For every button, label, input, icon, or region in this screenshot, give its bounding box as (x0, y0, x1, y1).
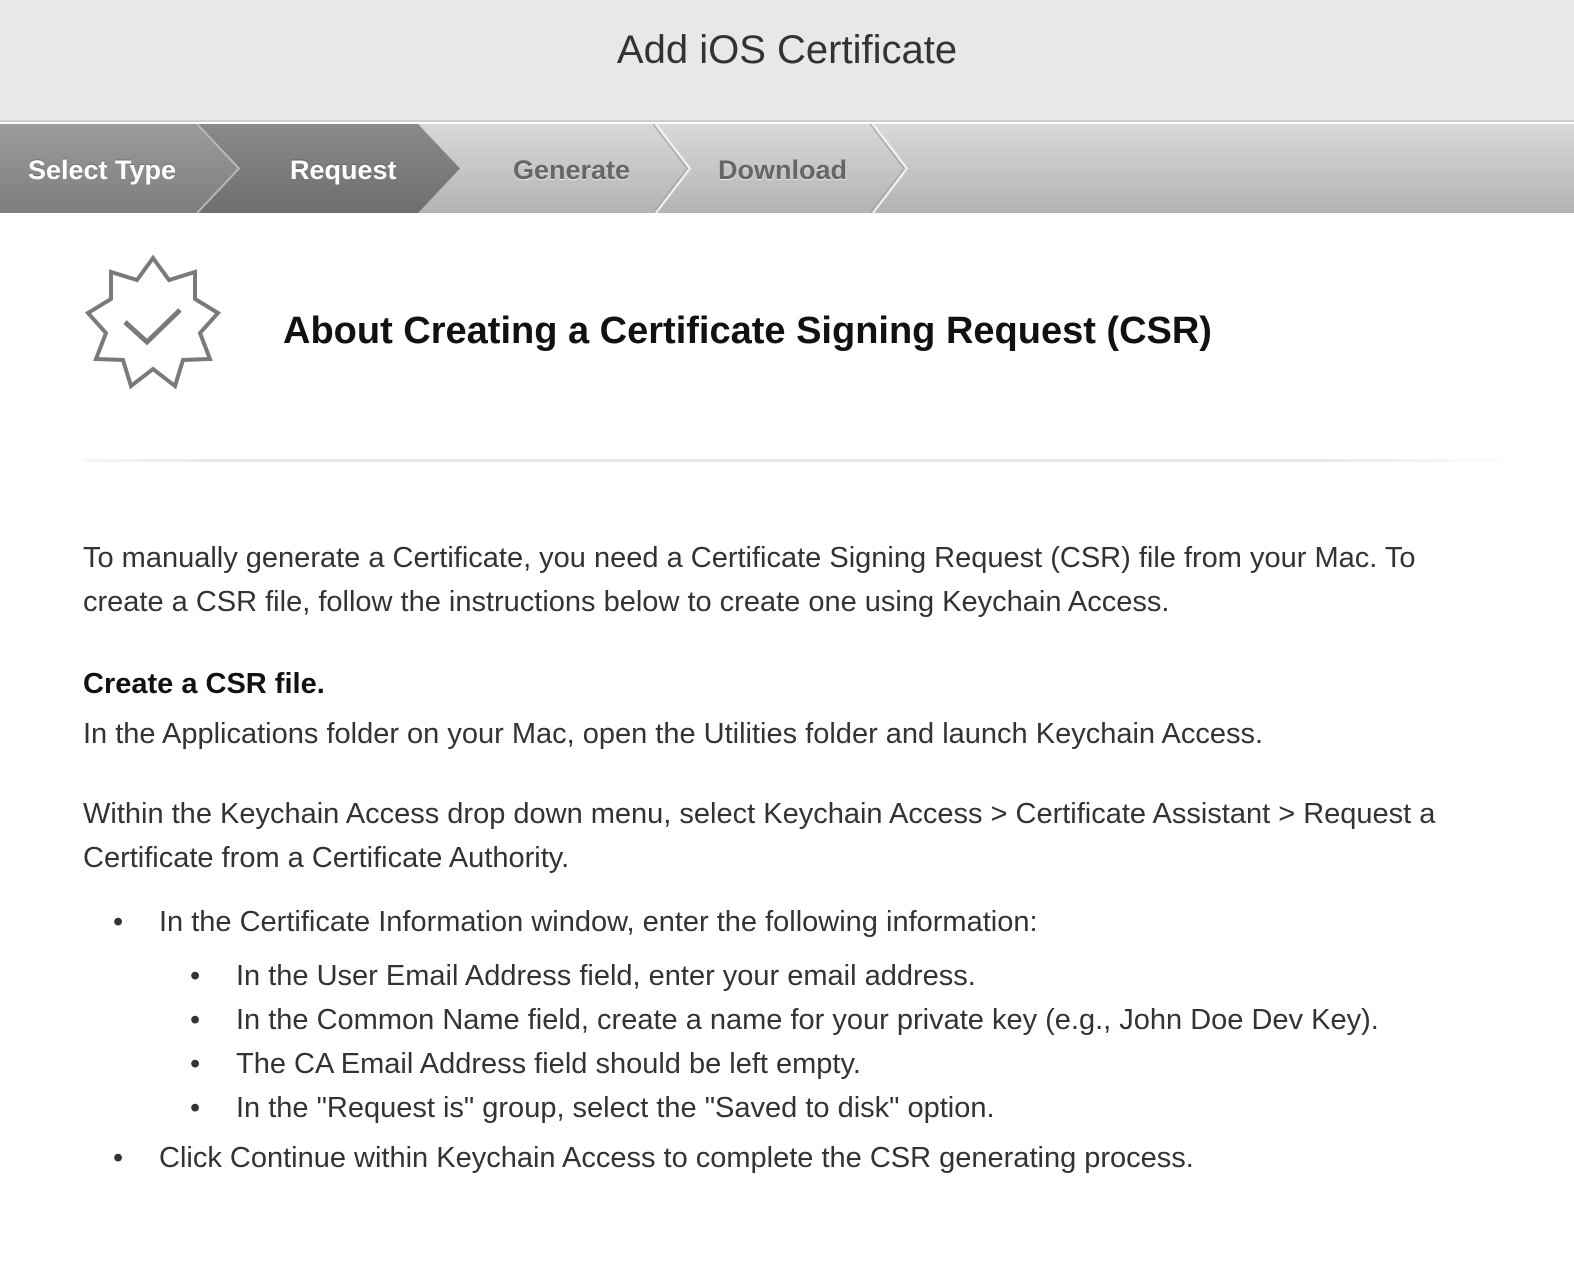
page-header-title: Add iOS Certificate (616, 28, 958, 72)
instruction-step-1: In the Applications folder on your Mac, … (83, 718, 1264, 750)
sub-list-item: In the User Email Address field, enter y… (190, 954, 1503, 998)
step-progress-bar: Select Type Request Generate Download (0, 124, 1574, 213)
section-divider (82, 459, 1522, 462)
instruction-list: In the Certificate Information window, e… (83, 900, 1503, 1180)
step-request: Request (290, 155, 397, 185)
sub-list-item: In the "Request is" group, select the "S… (190, 1086, 1503, 1130)
section-title: Create a CSR file. (83, 668, 325, 700)
page-heading: About Creating a Certificate Signing Req… (283, 310, 1212, 352)
list-item: Click Continue within Keychain Access to… (113, 1136, 1503, 1180)
list-item: In the Certificate Information window, e… (113, 900, 1503, 1130)
instruction-step-2: Within the Keychain Access drop down men… (83, 798, 1436, 874)
header-bar: Add iOS Certificate (0, 0, 1574, 122)
list-item-text: In the Certificate Information window, e… (159, 906, 1038, 938)
sub-instruction-list: In the User Email Address field, enter y… (159, 954, 1503, 1130)
step-divider-2-shadow (652, 124, 688, 213)
step-divider-3-shadow (869, 124, 905, 213)
step-divider-2 (655, 124, 692, 213)
sub-list-item: The CA Email Address field should be lef… (190, 1042, 1503, 1086)
step-select-type: Select Type (28, 155, 177, 185)
instructions-content: To manually generate a Certificate, you … (83, 536, 1503, 1180)
step-download: Download (718, 155, 847, 185)
certificate-badge-check-icon (84, 254, 222, 391)
sub-list-item: In the Common Name field, create a name … (190, 998, 1503, 1042)
step-divider-3 (872, 124, 909, 213)
step-generate: Generate (513, 155, 631, 185)
intro-paragraph: To manually generate a Certificate, you … (83, 542, 1416, 618)
